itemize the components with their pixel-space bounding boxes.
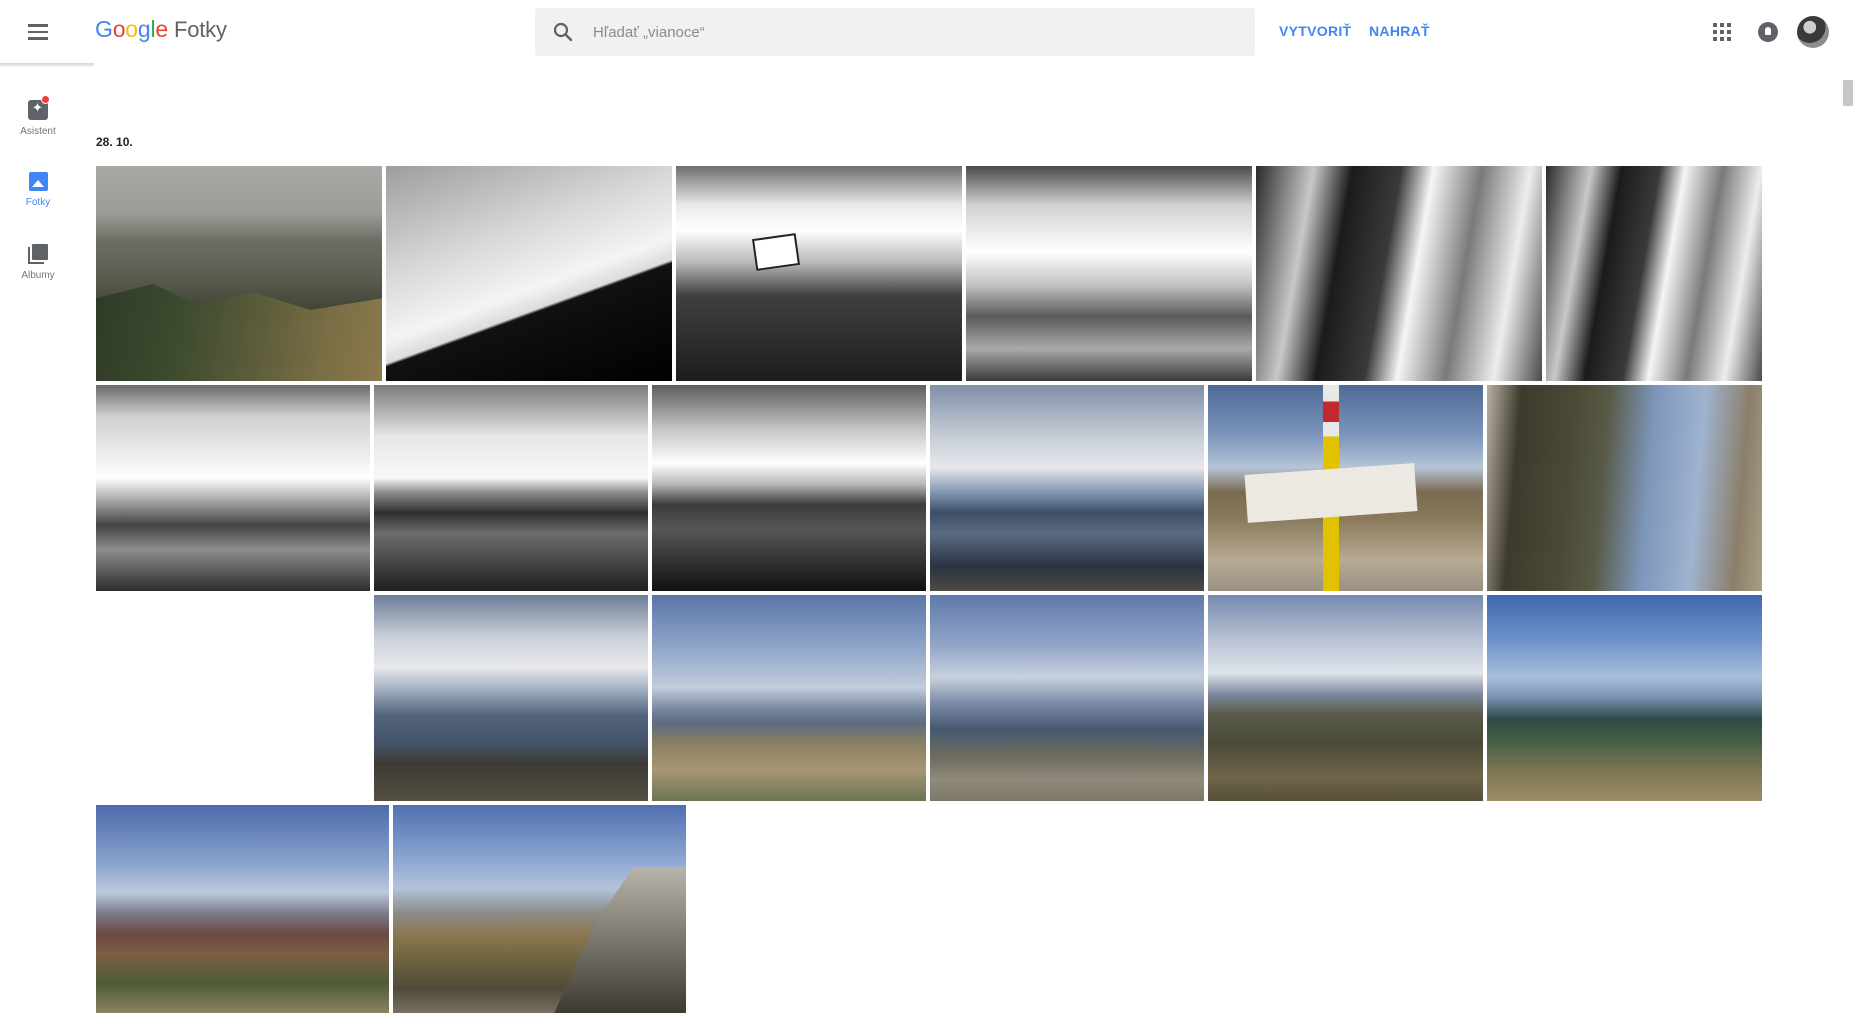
photo-thumbnail[interactable] xyxy=(1487,595,1762,801)
photo-thumbnail[interactable] xyxy=(966,166,1252,381)
menu-icon-bar xyxy=(28,24,48,27)
photo-thumbnail[interactable] xyxy=(1546,166,1762,381)
google-photos-logo[interactable]: Google Fotky xyxy=(95,16,227,48)
notifications-icon[interactable] xyxy=(1758,22,1778,42)
page-scrollbar[interactable] xyxy=(1843,80,1853,106)
account-avatar[interactable] xyxy=(1797,16,1829,48)
photo-thumbnail[interactable] xyxy=(1208,595,1483,801)
photo-thumbnail[interactable] xyxy=(96,385,370,591)
sidebar-item-albums[interactable]: Albumy xyxy=(0,242,76,302)
logo-letter: e xyxy=(155,16,168,42)
search-bar[interactable] xyxy=(535,8,1255,56)
sidebar-item-photos[interactable]: Fotky xyxy=(0,170,76,230)
assistant-icon xyxy=(28,95,50,120)
menu-icon-bar xyxy=(28,37,48,40)
nav-shadow-divider xyxy=(0,63,94,65)
search-icon[interactable] xyxy=(551,20,575,44)
photo-thumbnail[interactable] xyxy=(676,166,962,381)
date-section-header[interactable]: 28. 10. xyxy=(96,135,133,149)
albums-icon xyxy=(28,244,48,264)
notification-badge xyxy=(41,95,50,104)
photo-thumbnail[interactable] xyxy=(930,595,1204,801)
photo-thumbnail[interactable] xyxy=(393,805,686,1013)
create-button[interactable]: VYTVORIŤ xyxy=(1279,23,1351,39)
photo-thumbnail[interactable] xyxy=(1208,385,1483,591)
photo-thumbnail[interactable] xyxy=(1256,166,1542,381)
main-menu-button[interactable] xyxy=(22,18,54,46)
logo-letter: o xyxy=(125,16,138,42)
top-app-bar: Google Fotky VYTVORIŤ NAHRAŤ xyxy=(0,0,1856,65)
sidebar-item-assistant[interactable]: Asistent xyxy=(0,95,76,158)
upload-button[interactable]: NAHRAŤ xyxy=(1369,23,1430,39)
logo-letter: g xyxy=(137,16,151,42)
photo-thumbnail[interactable] xyxy=(386,166,672,381)
menu-icon-bar xyxy=(28,30,48,34)
photos-icon xyxy=(28,172,48,191)
sidebar-item-label: Asistent xyxy=(20,126,56,137)
product-name: Fotky xyxy=(174,17,227,42)
apps-grid-icon[interactable] xyxy=(1713,23,1731,41)
photo-thumbnail[interactable] xyxy=(96,805,389,1013)
search-input[interactable] xyxy=(593,23,1193,41)
logo-letter: G xyxy=(95,16,113,42)
photo-thumbnail[interactable] xyxy=(374,595,648,801)
sidebar-item-label: Fotky xyxy=(25,197,51,208)
photo-thumbnail[interactable] xyxy=(652,595,926,801)
photo-thumbnail[interactable] xyxy=(374,385,648,591)
photo-thumbnail[interactable] xyxy=(652,385,926,591)
photo-thumbnail[interactable] xyxy=(930,385,1204,591)
photo-thumbnail[interactable] xyxy=(1487,385,1762,591)
sidebar-item-label: Albumy xyxy=(21,270,55,281)
logo-letter: o xyxy=(112,16,126,42)
photo-thumbnail[interactable] xyxy=(96,166,382,381)
